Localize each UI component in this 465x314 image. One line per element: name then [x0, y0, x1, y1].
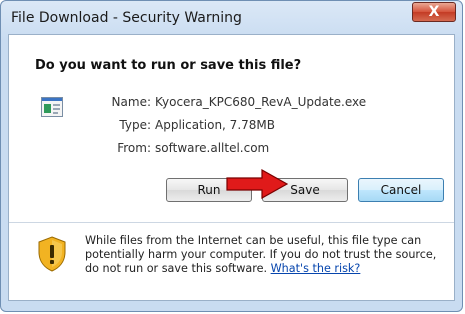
cancel-button[interactable]: Cancel — [358, 178, 444, 202]
dialog-content: Do you want to run or save this file? Na… — [8, 34, 455, 301]
close-icon: X — [428, 4, 440, 20]
dialog-question: Do you want to run or save this file? — [35, 58, 302, 73]
security-warning-dialog: File Download - Security Warning X Do yo… — [0, 0, 463, 312]
file-source-row: From: software.alltel.com — [9, 141, 456, 161]
file-name-row: Name: Kyocera_KPC680_RevA_Update.exe — [9, 95, 456, 115]
type-value: Application, 7.78MB — [155, 118, 275, 132]
warning-shield-icon — [38, 236, 66, 272]
from-label: From: — [117, 141, 151, 155]
red-arrow-icon — [226, 169, 288, 199]
name-label: Name: — [111, 95, 151, 109]
title-bar[interactable]: File Download - Security Warning X — [1, 1, 462, 35]
type-label: Type: — [119, 118, 151, 132]
close-button[interactable]: X — [412, 2, 456, 22]
name-value: Kyocera_KPC680_RevA_Update.exe — [155, 95, 367, 109]
from-value: software.alltel.com — [155, 141, 270, 155]
warning-message: While files from the Internet can be use… — [85, 234, 445, 276]
warning-text: While files from the Internet can be use… — [85, 234, 437, 275]
file-type-row: Type: Application, 7.78MB — [9, 118, 456, 138]
warning-section: While files from the Internet can be use… — [9, 223, 454, 300]
window-title: File Download - Security Warning — [11, 10, 242, 26]
risk-link[interactable]: What's the risk? — [271, 262, 361, 275]
